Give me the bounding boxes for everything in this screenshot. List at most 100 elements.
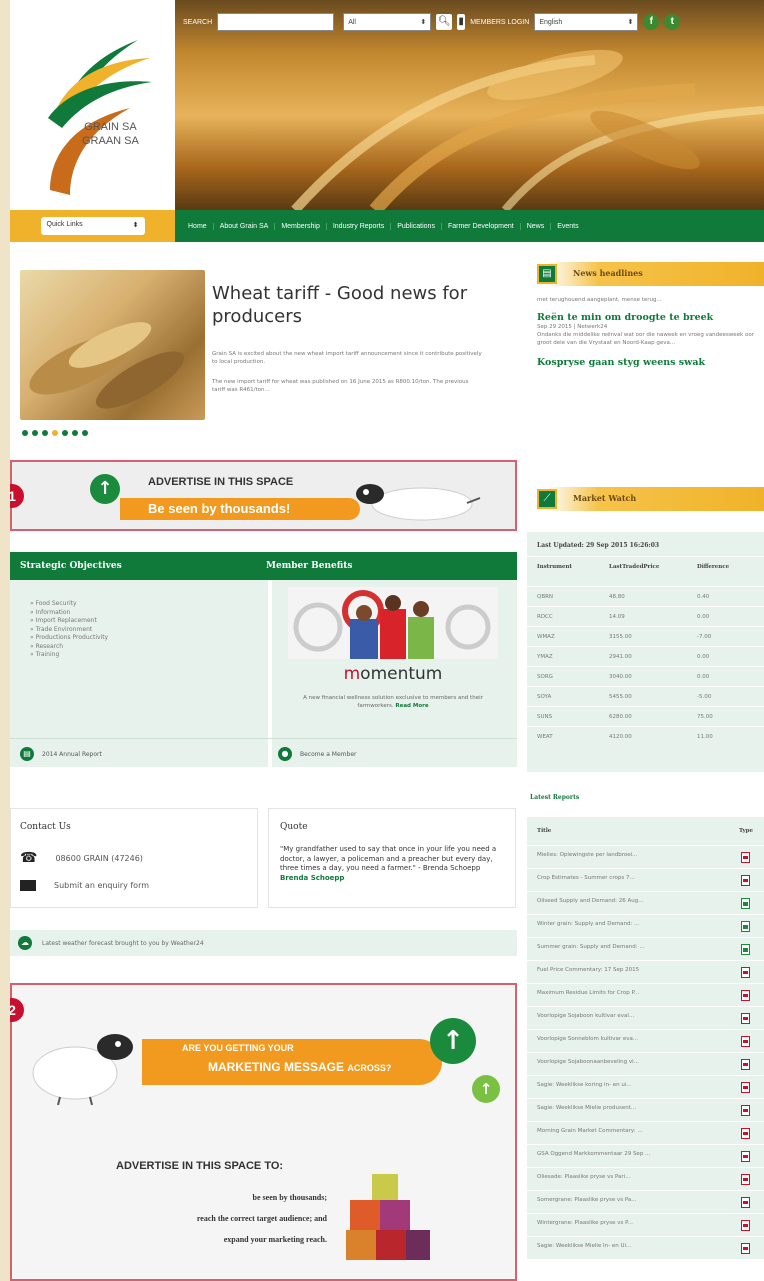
pdf-icon[interactable] bbox=[741, 1243, 750, 1254]
chart-icon: ⟋ bbox=[537, 489, 557, 509]
table-row[interactable]: Morning Grain Market Commentary: ... bbox=[527, 1121, 764, 1140]
table-row[interactable]: Fuel Price Commentary: 17 Sep 2015 bbox=[527, 960, 764, 979]
table-row[interactable]: Crop Estimates - Summer crops 7... bbox=[527, 868, 764, 887]
table-row[interactable]: Maximum Residue Limits for Crop P... bbox=[527, 983, 764, 1002]
pdf-icon[interactable] bbox=[741, 1220, 750, 1231]
pdf-icon[interactable] bbox=[741, 1151, 750, 1162]
report-title[interactable]: Crop Estimates - Summer crops 7... bbox=[537, 875, 635, 881]
table-row[interactable]: Sagie: Weeklikse koring in- en ui... bbox=[527, 1075, 764, 1094]
become-member-link[interactable]: ● Become a Member bbox=[278, 747, 356, 761]
quick-links-select[interactable]: Quick Links ⬍ bbox=[40, 217, 145, 235]
facebook-icon[interactable]: f bbox=[643, 14, 660, 30]
momentum-image[interactable] bbox=[288, 587, 498, 659]
pdf-icon[interactable] bbox=[741, 1036, 750, 1047]
report-title[interactable]: GSA Oggend Markkommentaar 29 Sep ... bbox=[537, 1151, 650, 1157]
table-row[interactable]: Mielies: Oplewingste per landbroei... bbox=[527, 845, 764, 864]
report-title[interactable]: Voorlopige Sojaboonaanbeveling vi... bbox=[537, 1059, 639, 1065]
feature-image[interactable] bbox=[20, 270, 205, 420]
pdf-icon[interactable] bbox=[741, 1197, 750, 1208]
weather-bar[interactable]: ☁ Latest weather forecast brought to you… bbox=[10, 930, 517, 956]
slider-dot[interactable] bbox=[22, 430, 28, 436]
list-item[interactable]: Trade Environment bbox=[30, 626, 108, 635]
report-title[interactable]: Summer grain: Supply and Demand: ... bbox=[537, 944, 645, 950]
table-row[interactable]: GSA Oggend Markkommentaar 29 Sep ... bbox=[527, 1144, 764, 1163]
logo[interactable]: GRAIN SA GRAAN SA bbox=[10, 0, 175, 210]
report-title[interactable]: Sagie: Weeklikse Mielie In- en Ui... bbox=[537, 1243, 631, 1249]
phone-number[interactable]: 08600 GRAIN (47246) bbox=[55, 854, 142, 863]
pdf-icon[interactable] bbox=[741, 1082, 750, 1093]
list-item[interactable]: Import Replacement bbox=[30, 617, 108, 626]
search-input[interactable] bbox=[217, 13, 335, 31]
table-row[interactable]: Sagie: Weeklikse Mielie In- en Ui... bbox=[527, 1236, 764, 1255]
pdf-icon[interactable] bbox=[741, 1013, 750, 1024]
members-login-link[interactable]: MEMBERS LOGIN bbox=[470, 19, 529, 26]
pdf-icon[interactable] bbox=[741, 990, 750, 1001]
report-title[interactable]: Morning Grain Market Commentary: ... bbox=[537, 1128, 643, 1134]
table-row[interactable]: Wintergrane: Plaaslike pryse vs P... bbox=[527, 1213, 764, 1232]
spreadsheet-icon[interactable] bbox=[741, 944, 750, 955]
report-title[interactable]: Winter grain: Supply and Demand: ... bbox=[537, 921, 639, 927]
report-title[interactable]: Somergrane: Plaaslike pryse vs Pa... bbox=[537, 1197, 637, 1203]
advert-banner-2[interactable]: ARE YOU GETTING YOUR MARKETING MESSAGE A… bbox=[10, 983, 517, 1281]
spreadsheet-icon[interactable] bbox=[741, 921, 750, 932]
report-title[interactable]: Oilseed Supply and Demand: 26 Aug... bbox=[537, 898, 644, 904]
report-title[interactable]: Oliesade: Plaaslike pryse vs Pari... bbox=[537, 1174, 630, 1180]
search-scope-select[interactable]: All ⬍ bbox=[343, 13, 432, 31]
nav-item-publications[interactable]: Publications bbox=[391, 222, 442, 230]
news-item-title[interactable]: Reën te min om droogte te breek bbox=[537, 312, 754, 323]
report-title[interactable]: Mielies: Oplewingste per landbroei... bbox=[537, 852, 637, 858]
report-title[interactable]: Maximum Residue Limits for Crop P... bbox=[537, 990, 639, 996]
report-title[interactable]: Wintergrane: Plaaslike pryse vs P... bbox=[537, 1220, 633, 1226]
nav-item-news[interactable]: News bbox=[521, 222, 552, 230]
nav-item-membership[interactable]: Membership bbox=[275, 222, 327, 230]
nav-item-home[interactable]: Home bbox=[182, 222, 214, 230]
table-row[interactable]: Winter grain: Supply and Demand: ... bbox=[527, 914, 764, 933]
nav-item-farmer-development[interactable]: Farmer Development bbox=[442, 222, 521, 230]
pdf-icon[interactable] bbox=[741, 1059, 750, 1070]
list-item[interactable]: Training bbox=[30, 651, 108, 660]
annual-report-link[interactable]: ▤ 2014 Annual Report bbox=[20, 747, 102, 761]
search-icon[interactable]: 🔍︎ bbox=[436, 14, 453, 30]
report-title[interactable]: Fuel Price Commentary: 17 Sep 2015 bbox=[537, 967, 639, 973]
table-row[interactable]: Voorlopige Sojaboon kultivar eval... bbox=[527, 1006, 764, 1025]
table-row[interactable]: Somergrane: Plaaslike pryse vs Pa... bbox=[527, 1190, 764, 1209]
language-select[interactable]: English ⬍ bbox=[534, 13, 639, 31]
advert-banner-1[interactable]: ↑ ADVERTISE IN THIS SPACE Be seen by tho… bbox=[10, 460, 517, 531]
slider-dot[interactable] bbox=[32, 430, 38, 436]
report-title[interactable]: Sagie: Weeklikse Mielie produsent... bbox=[537, 1105, 636, 1111]
list-item[interactable]: Research bbox=[30, 643, 108, 652]
feature-title[interactable]: Wheat tariff - Good news for producers bbox=[212, 282, 512, 328]
slider-dot[interactable] bbox=[62, 430, 68, 436]
table-row[interactable]: Summer grain: Supply and Demand: ... bbox=[527, 937, 764, 956]
pdf-icon[interactable] bbox=[741, 1105, 750, 1116]
nav-item-industry-reports[interactable]: Industry Reports bbox=[327, 222, 392, 230]
report-title[interactable]: Voorlopige Sojaboon kultivar eval... bbox=[537, 1013, 634, 1019]
slider-dot[interactable] bbox=[72, 430, 78, 436]
list-item[interactable]: Information bbox=[30, 609, 108, 618]
report-title[interactable]: Sagie: Weeklikse koring in- en ui... bbox=[537, 1082, 632, 1088]
spreadsheet-icon[interactable] bbox=[741, 898, 750, 909]
arrow-up-icon: ↑ bbox=[430, 1018, 476, 1064]
slider-dot[interactable] bbox=[82, 430, 88, 436]
nav-item-events[interactable]: Events bbox=[551, 223, 584, 230]
pdf-icon[interactable] bbox=[741, 1174, 750, 1185]
slider-dot-active[interactable] bbox=[52, 430, 58, 436]
nav-item-about[interactable]: About Grain SA bbox=[214, 222, 276, 230]
pdf-icon[interactable] bbox=[741, 967, 750, 978]
list-item[interactable]: Food Security bbox=[30, 600, 108, 609]
enquiry-form-link[interactable]: Submit an enquiry form bbox=[54, 881, 149, 890]
table-row[interactable]: Sagie: Weeklikse Mielie produsent... bbox=[527, 1098, 764, 1117]
read-more-link[interactable]: Read More bbox=[395, 703, 428, 709]
table-row[interactable]: Oilseed Supply and Demand: 26 Aug... bbox=[527, 891, 764, 910]
news-item-title[interactable]: Kospryse gaan styg weens swak bbox=[537, 357, 754, 368]
report-title[interactable]: Voorlopige Sonneblom kultivar eva... bbox=[537, 1036, 638, 1042]
table-row[interactable]: Oliesade: Plaaslike pryse vs Pari... bbox=[527, 1167, 764, 1186]
slider-dot[interactable] bbox=[42, 430, 48, 436]
list-item[interactable]: Productions Productivity bbox=[30, 634, 109, 643]
table-row[interactable]: Voorlopige Sojaboonaanbeveling vi... bbox=[527, 1052, 764, 1071]
pdf-icon[interactable] bbox=[741, 875, 750, 886]
pdf-icon[interactable] bbox=[741, 852, 750, 863]
table-row[interactable]: Voorlopige Sonneblom kultivar eva... bbox=[527, 1029, 764, 1048]
twitter-icon[interactable]: t bbox=[664, 14, 681, 30]
pdf-icon[interactable] bbox=[741, 1128, 750, 1139]
